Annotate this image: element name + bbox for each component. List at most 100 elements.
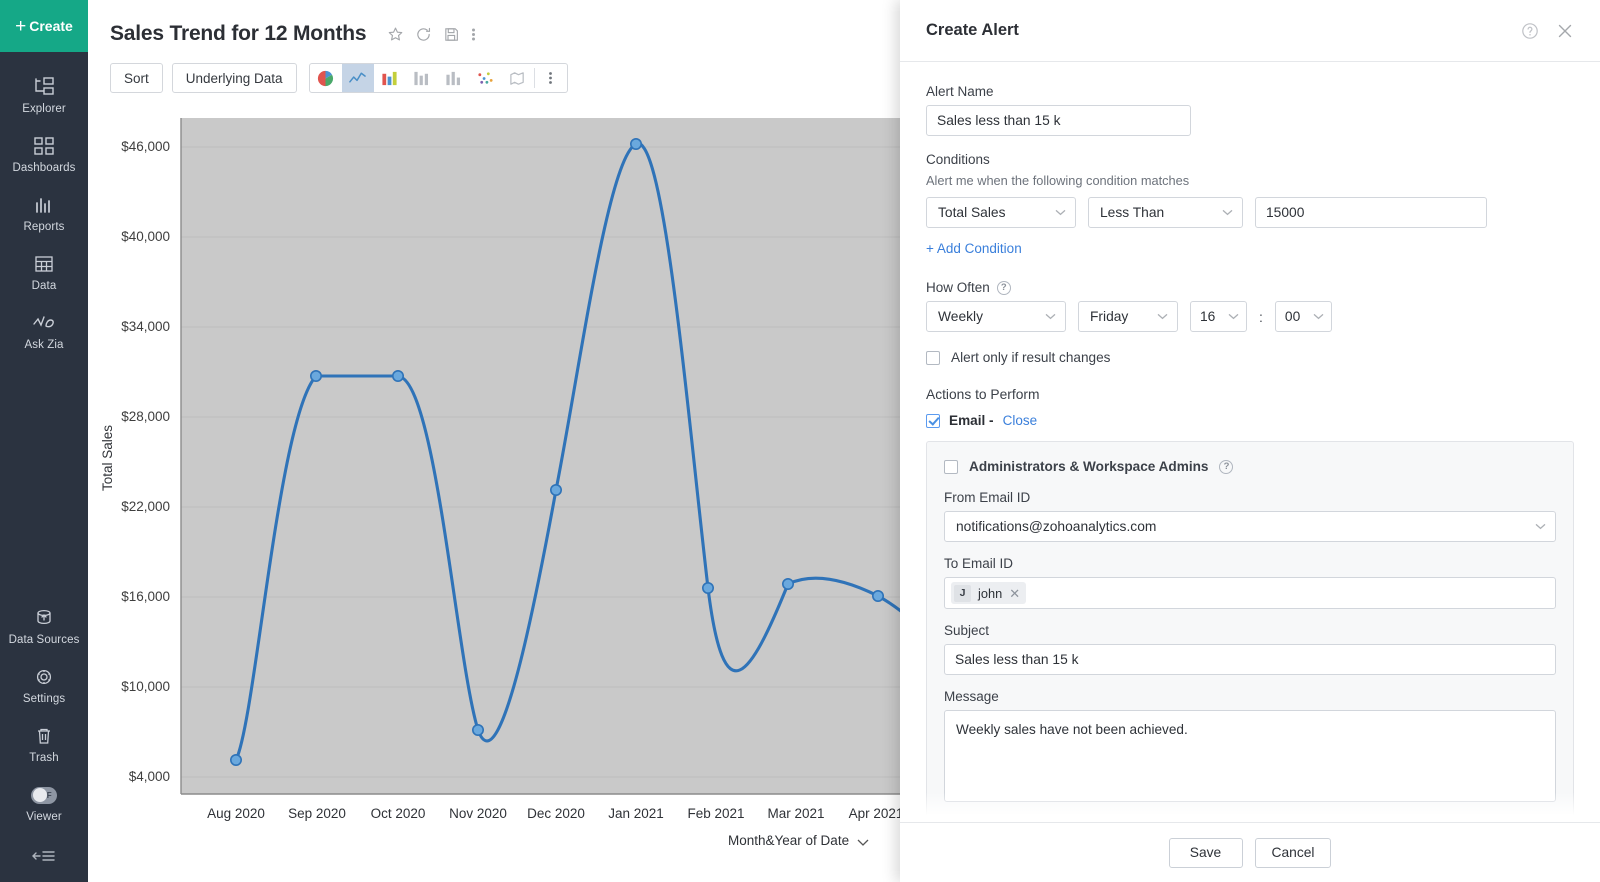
email-close-link[interactable]: Close (1003, 413, 1038, 428)
explorer-icon (31, 75, 57, 99)
hour-select[interactable]: 16 (1190, 301, 1247, 332)
alert-name-input[interactable] (926, 105, 1191, 136)
sidebar-nav-bottom: Data Sources Settings (0, 583, 88, 833)
from-email-select[interactable]: notifications@zohoanalytics.com (944, 511, 1556, 542)
to-email-label: To Email ID (944, 556, 1556, 571)
chart-more-options-icon[interactable] (535, 64, 567, 92)
reports-icon (31, 193, 57, 217)
data-point[interactable] (783, 579, 793, 589)
data-point[interactable] (551, 485, 561, 495)
help-icon[interactable]: ? (1219, 460, 1233, 474)
admins-checkbox[interactable] (944, 460, 958, 474)
condition-operator-value: Less Than (1100, 205, 1164, 220)
alert-name-group: Alert Name (926, 84, 1574, 136)
scatter-chart-icon[interactable] (470, 64, 502, 92)
refresh-icon[interactable] (415, 26, 432, 43)
y-tick-label: $4,000 (129, 769, 170, 784)
condition-operator-select[interactable]: Less Than (1088, 197, 1243, 228)
create-button[interactable]: + Create (0, 0, 88, 52)
collapse-sidebar-icon[interactable] (31, 833, 57, 882)
star-icon[interactable] (387, 26, 404, 43)
include-report-label: Include Report (969, 821, 1057, 822)
data-point[interactable] (873, 591, 883, 601)
panel-body: Alert Name Conditions Alert me when the … (900, 62, 1600, 822)
data-point[interactable] (231, 755, 241, 765)
alert-only-if-changes-checkbox[interactable] (926, 351, 940, 365)
sidebar-item-data[interactable]: Data (0, 243, 88, 302)
data-point[interactable] (393, 371, 403, 381)
data-point[interactable] (473, 725, 483, 735)
email-action-checkbox[interactable] (926, 414, 940, 428)
include-report-checkbox[interactable] (944, 822, 958, 823)
sidebar-item-dashboards[interactable]: Dashboards (0, 125, 88, 184)
ask-zia-icon (31, 311, 57, 335)
how-often-row: Weekly Friday 16 : 00 (926, 301, 1574, 332)
sidebar-item-explorer[interactable]: Explorer (0, 66, 88, 125)
condition-value-input[interactable] (1255, 197, 1487, 228)
recipient-chip[interactable]: J john ✕ (951, 582, 1026, 604)
x-axis-title-dropdown[interactable]: Month&Year of Date (728, 833, 868, 848)
chevron-down-icon (1535, 523, 1546, 530)
day-select[interactable]: Friday (1078, 301, 1178, 332)
map-chart-icon[interactable] (502, 64, 534, 92)
more-options-icon[interactable] (471, 26, 476, 43)
bar-chart-icon[interactable] (374, 64, 406, 92)
save-icon[interactable] (443, 26, 460, 43)
sidebar-item-settings[interactable]: Settings (0, 656, 88, 715)
admins-row[interactable]: Administrators & Workspace Admins ? (944, 459, 1556, 474)
help-icon[interactable]: ? (997, 281, 1011, 295)
email-action-row: Email - Close (926, 413, 1574, 428)
viewer-toggle[interactable]: OFF Viewer (0, 774, 88, 833)
data-point[interactable] (311, 371, 321, 381)
close-icon[interactable] (1556, 22, 1574, 40)
condition-field-value: Total Sales (938, 205, 1006, 220)
to-email-input[interactable]: J john ✕ (944, 577, 1556, 609)
conditions-label: Conditions (926, 152, 1574, 167)
underlying-data-button[interactable]: Underlying Data (172, 63, 297, 93)
viewer-label: Viewer (26, 811, 62, 824)
subject-group: Subject (944, 623, 1556, 675)
column-chart-icon[interactable] (438, 64, 470, 92)
y-axis-title: Total Sales (100, 425, 115, 491)
add-condition-link[interactable]: + Add Condition (926, 241, 1022, 256)
sidebar-item-label: Trash (29, 752, 58, 765)
alert-only-if-changes-label: Alert only if result changes (951, 350, 1110, 365)
horizontal-bar-chart-icon[interactable] (406, 64, 438, 92)
message-textarea[interactable] (944, 710, 1556, 802)
x-tick-label: Apr 2021 (849, 806, 904, 821)
sidebar-item-trash[interactable]: Trash (0, 715, 88, 774)
sort-button[interactable]: Sort (110, 63, 163, 93)
chart-type-switcher (309, 63, 568, 93)
cancel-button[interactable]: Cancel (1255, 838, 1332, 868)
how-often-group: How Often ? Weekly Friday 16 (926, 280, 1574, 332)
sidebar-item-data-sources[interactable]: Data Sources (0, 597, 88, 656)
alert-only-if-changes-row[interactable]: Alert only if result changes (926, 350, 1574, 365)
condition-field-select[interactable]: Total Sales (926, 197, 1076, 228)
x-tick-label: Oct 2020 (371, 806, 426, 821)
subject-label: Subject (944, 623, 1556, 638)
include-report-row[interactable]: Include Report (944, 821, 1556, 822)
sidebar-item-ask-zia[interactable]: Ask Zia (0, 302, 88, 361)
pie-chart-icon[interactable] (310, 64, 342, 92)
help-icon[interactable] (1521, 22, 1539, 40)
data-point[interactable] (631, 139, 641, 149)
data-point[interactable] (703, 583, 713, 593)
minute-value: 00 (1285, 309, 1300, 324)
line-chart-icon[interactable] (342, 64, 374, 92)
subject-input[interactable] (944, 644, 1556, 675)
data-table-icon (31, 252, 57, 276)
sidebar-item-reports[interactable]: Reports (0, 184, 88, 243)
message-label: Message (944, 689, 1556, 704)
minute-select[interactable]: 00 (1275, 301, 1332, 332)
sidebar-item-label: Explorer (22, 103, 66, 116)
x-tick-label: Sep 2020 (288, 806, 346, 821)
chevron-down-icon[interactable] (858, 840, 868, 845)
admins-label: Administrators & Workspace Admins (969, 459, 1208, 474)
frequency-select[interactable]: Weekly (926, 301, 1066, 332)
save-button[interactable]: Save (1169, 838, 1243, 868)
dashboards-icon (31, 134, 57, 158)
remove-recipient-icon[interactable]: ✕ (1009, 587, 1020, 600)
sidebar-item-label: Data Sources (9, 634, 80, 647)
app-root: + Create Explorer (0, 0, 1600, 882)
actions-to-perform-title: Actions to Perform (926, 387, 1574, 402)
